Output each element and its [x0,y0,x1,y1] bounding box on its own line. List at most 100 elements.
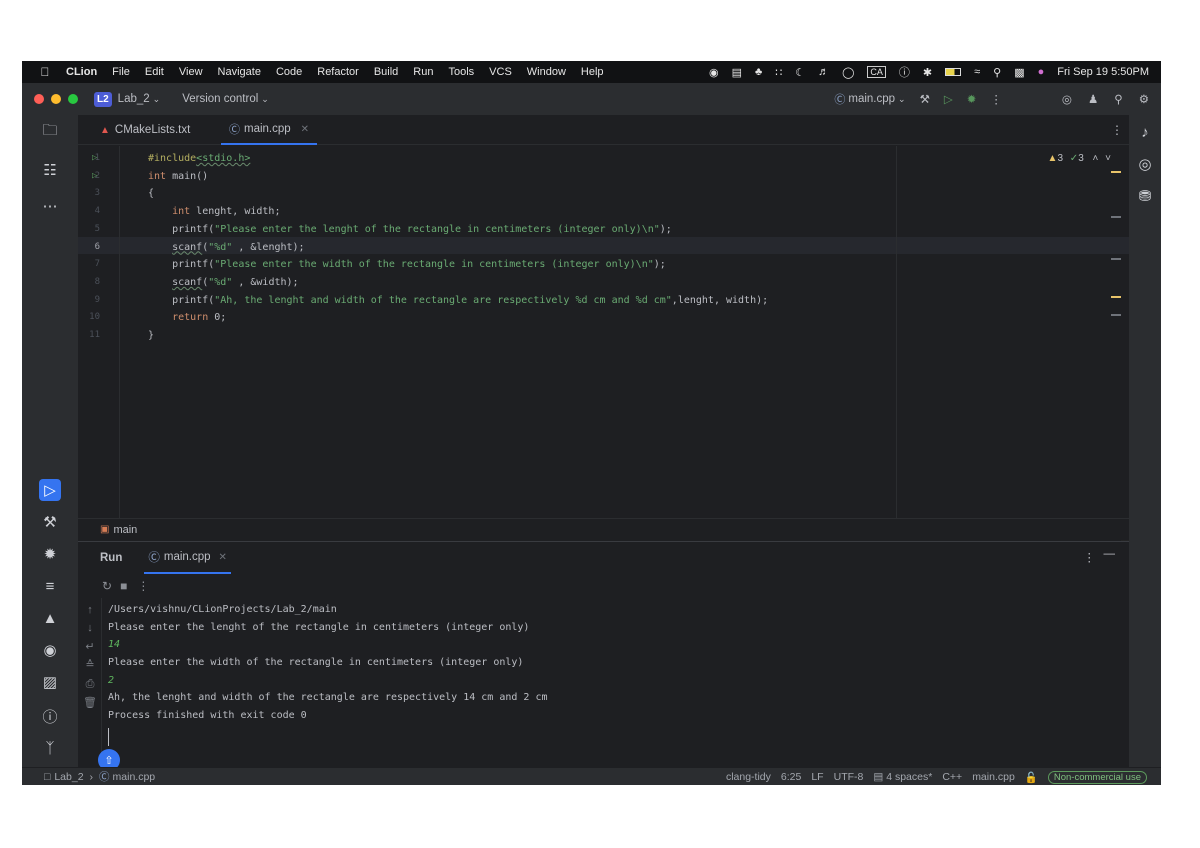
scroll-marker[interactable] [1111,171,1121,173]
chevron-up-icon[interactable]: ˄ [1093,153,1099,164]
play-circle-icon[interactable]: ◯ [842,66,854,79]
stop-icon[interactable]: ■ [120,579,127,593]
settings-gear-icon[interactable]: ⚙ [1139,92,1149,106]
menu-tools[interactable]: Tools [448,66,474,78]
project-selector[interactable]: Lab_2 [118,93,150,105]
menu-navigate[interactable]: Navigate [218,66,261,78]
battery-icon[interactable] [945,68,962,76]
spotlight-search-icon[interactable]: ⚲ [993,66,1001,79]
print-icon[interactable]: ⎙ [82,678,98,691]
ai-chat-icon[interactable]: ◎ [1134,153,1156,175]
rerun-icon[interactable]: ↻ [102,579,112,593]
menu-vcs[interactable]: VCS [489,66,512,78]
notifications-bell-icon[interactable]: ♪ [1134,121,1156,143]
info-icon[interactable]: ⓘ [899,64,910,80]
more-actions-icon[interactable]: ⋮ [990,92,1002,106]
dots-grid-icon[interactable]: ∷ [775,66,782,79]
menu-file[interactable]: File [112,66,130,78]
license-badge[interactable]: Non-commercial use [1047,770,1147,784]
status-context[interactable]: main.cpp [972,771,1015,783]
code-line[interactable]: scanf("%d" , &lenght); [148,242,304,253]
input-source-badge[interactable]: CA [867,66,886,78]
scroll-marker[interactable] [1111,216,1121,218]
menu-view[interactable]: View [179,66,203,78]
debug-bug-icon[interactable]: ✹ [39,543,61,565]
scroll-to-end-icon[interactable]: ≙ [82,658,98,671]
status-path-project[interactable]: Lab_2 [54,771,83,783]
zoom-window-button[interactable] [68,94,78,104]
code-line[interactable]: #include<stdio.h> [148,153,250,164]
tab-cmakelists[interactable]: ▲ CMakeLists.txt [100,115,190,145]
minimize-window-button[interactable] [51,94,61,104]
project-badge[interactable]: L2 [94,91,112,107]
clear-console-icon[interactable]: 🗑 [82,696,98,709]
scroll-marker[interactable] [1111,296,1121,298]
panel-options-icon[interactable]: ⋮ [1084,550,1096,564]
cmake-icon[interactable]: ▲ [39,607,61,629]
status-indent[interactable]: ▤ 4 spaces* [873,771,932,783]
clipboard-icon[interactable]: ▤ [732,66,742,79]
console-caret[interactable] [108,727,109,746]
breadcrumb-main[interactable]: main [113,524,137,536]
menu-refactor[interactable]: Refactor [317,66,359,78]
add-user-icon[interactable]: ♟ [1088,92,1098,106]
lock-icon[interactable]: 🔓 [1025,771,1038,784]
bluetooth-icon[interactable]: ✱ [923,66,932,79]
scroll-marker[interactable] [1111,314,1121,316]
run-gutter-icon[interactable]: ▷ [92,171,97,181]
chevron-down-icon[interactable]: ˅ [1105,153,1111,164]
close-icon[interactable]: ✕ [301,124,309,135]
code-line[interactable]: printf("Please enter the lenght of the r… [148,224,672,235]
code-line[interactable]: { [148,188,154,199]
tab-main-cpp[interactable]: Ⓒ main.cpp ✕ [221,115,318,145]
apple-menu-icon[interactable]:  [34,65,56,79]
scroll-marker[interactable] [1111,258,1121,260]
volume-icon[interactable]: ♬ [818,66,829,78]
menu-run[interactable]: Run [413,66,433,78]
menubar-clock[interactable]: Fri Sep 19 5:50PM [1057,66,1149,78]
code-line[interactable]: printf("Please enter the width of the re… [148,259,666,270]
plugins-icon[interactable]: ◉ [39,639,61,661]
more-actions-icon[interactable]: ⋮ [137,579,149,593]
problems-icon[interactable]: ⓘ [39,705,61,727]
code-line[interactable]: int lenght, width; [148,206,280,217]
version-control-menu[interactable]: Version control [182,93,258,105]
project-folder-icon[interactable]: 🗀 [39,121,61,143]
soft-wrap-icon[interactable]: ↵ [82,640,98,653]
menu-code[interactable]: Code [276,66,302,78]
moon-icon[interactable]: ☾ [795,66,805,79]
status-position[interactable]: 6:25 [781,771,801,783]
build-hammer-icon[interactable]: ⚒ [920,92,930,106]
run-tab[interactable]: Ⓒ main.cpp ✕ [144,542,231,574]
services-list-icon[interactable]: ≡ [39,575,61,597]
shield-icon[interactable]: ◉ [709,66,719,79]
terminal-icon[interactable]: ▨ [39,671,61,693]
run-gutter-icon[interactable]: ▷ [92,153,97,163]
code-line[interactable]: scanf("%d" , &width); [148,277,298,288]
structure-icon[interactable]: ☷ [39,159,61,181]
status-path-file[interactable]: main.cpp [113,771,156,783]
minimize-panel-icon[interactable]: — [1104,548,1116,560]
status-linter[interactable]: clang-tidy [726,771,771,783]
debug-bug-icon[interactable]: ✹ [967,92,977,106]
menu-app-name[interactable]: CLion [66,66,97,78]
scroll-up-icon[interactable]: ↑ [82,604,98,616]
menu-build[interactable]: Build [374,66,398,78]
menu-help[interactable]: Help [581,66,604,78]
wifi-icon[interactable]: ≈ [974,66,980,78]
console-output[interactable]: /Users/vishnu/CLionProjects/Lab_2/main Pl… [108,604,548,746]
code-line[interactable]: int main() [148,171,208,182]
control-center-icon[interactable]: ▩ [1014,66,1024,79]
tab-options-icon[interactable]: ⋮ [1111,123,1123,137]
database-icon[interactable]: ⛃ [1134,185,1156,207]
paw-icon[interactable]: ♣ [755,66,762,78]
close-icon[interactable]: ✕ [219,552,227,563]
siri-icon[interactable]: ● [1038,66,1045,78]
close-window-button[interactable] [34,94,44,104]
status-encoding[interactable]: UTF-8 [834,771,864,783]
more-tools-icon[interactable]: ⋯ [39,195,61,217]
menu-window[interactable]: Window [527,66,566,78]
status-language[interactable]: C++ [942,771,962,783]
status-line-separator[interactable]: LF [811,771,823,783]
ai-assistant-icon[interactable]: ◎ [1062,92,1072,106]
